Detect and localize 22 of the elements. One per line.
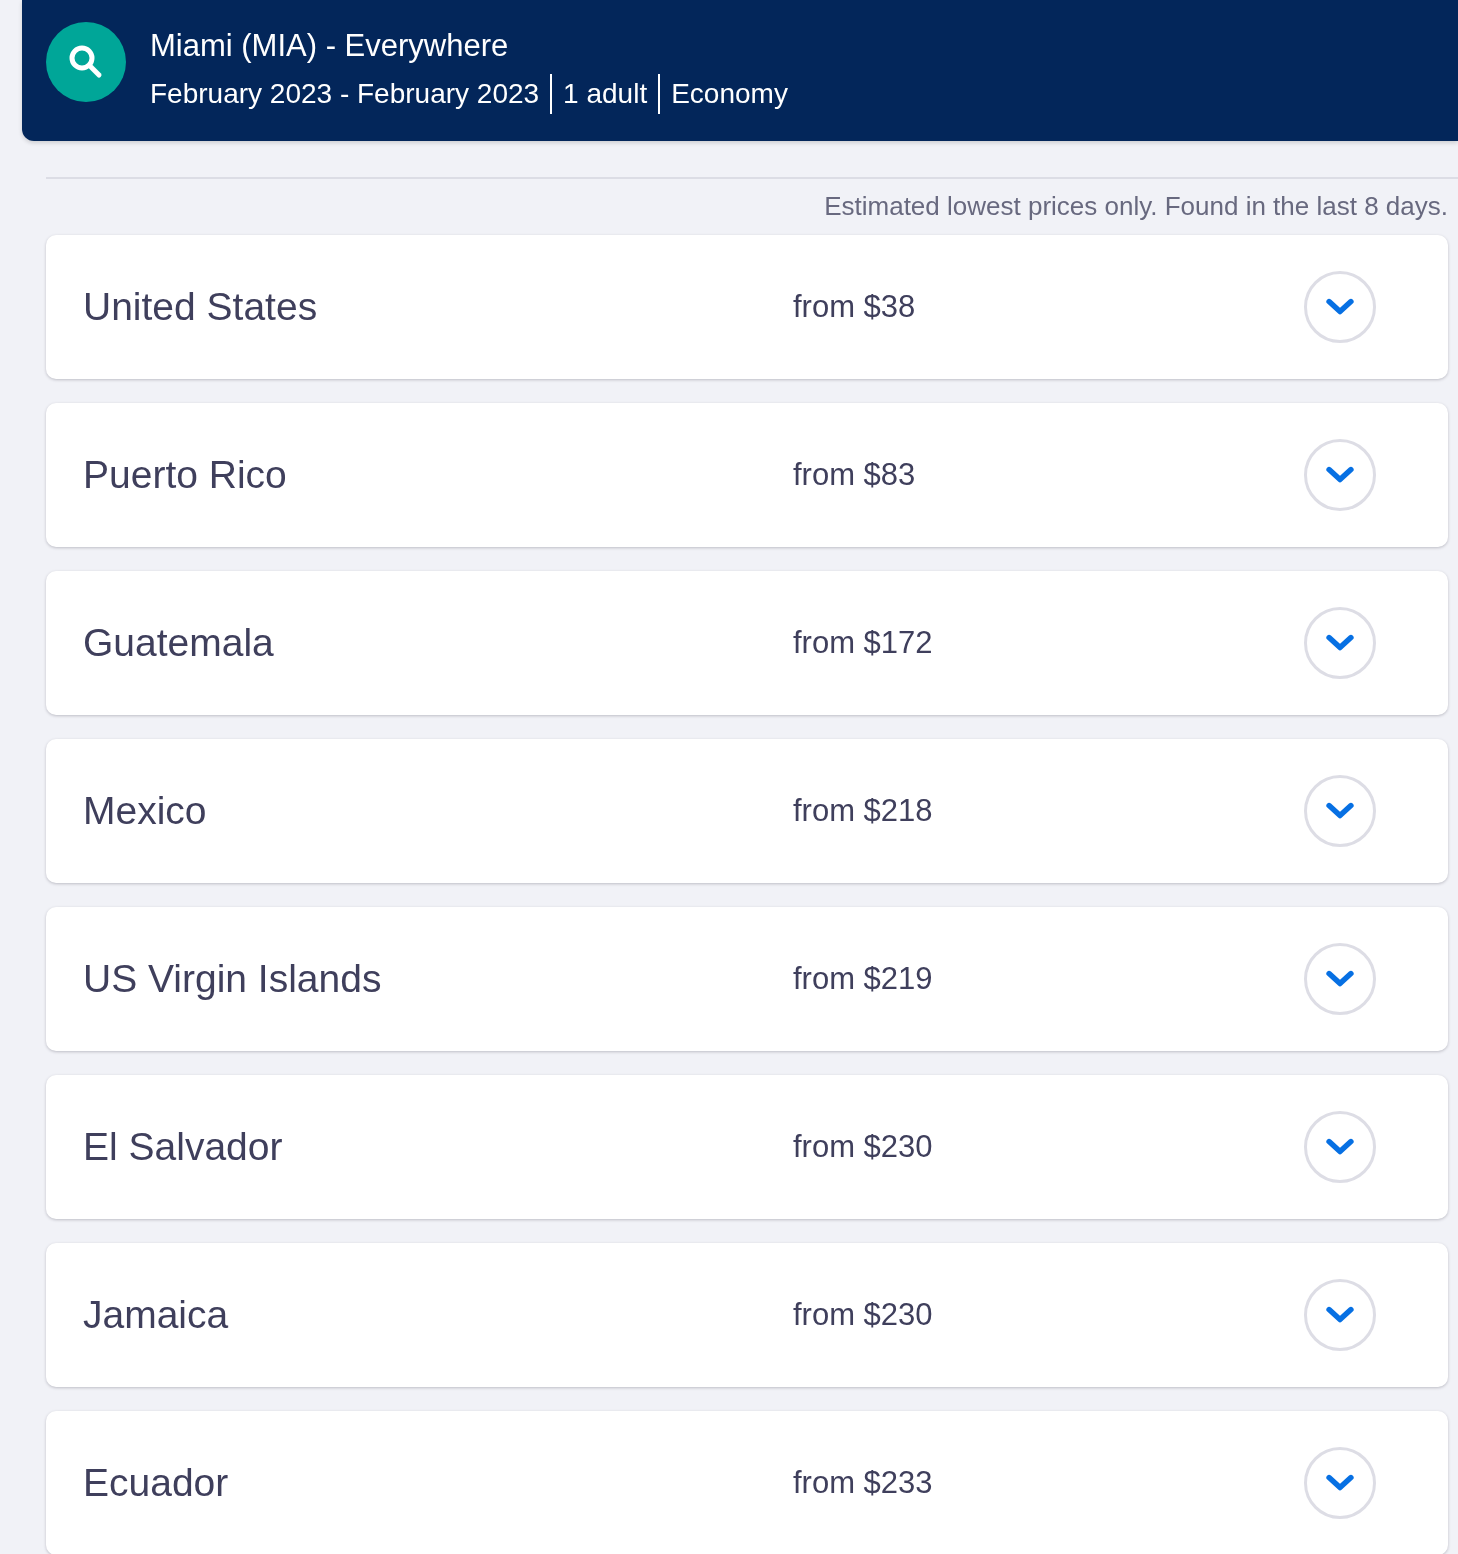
price-disclaimer: Estimated lowest prices only. Found in the last 8 days.: [824, 191, 1448, 221]
price-text: from $230: [793, 1129, 933, 1165]
search-icon: [69, 45, 103, 79]
country-name: Jamaica: [83, 1293, 229, 1337]
country-name: Mexico: [83, 789, 207, 833]
route-title: Miami (MIA) - Everywhere: [150, 27, 509, 65]
price-text: from $172: [793, 625, 933, 661]
price-text: from $219: [793, 961, 933, 997]
country-name: Guatemala: [83, 621, 274, 665]
trip-detail: Economy: [658, 74, 799, 114]
country-name: United States: [83, 285, 318, 329]
country-name: Ecuador: [83, 1461, 229, 1505]
country-name: Puerto Rico: [83, 453, 287, 497]
country-name: US Virgin Islands: [83, 957, 382, 1001]
price-text: from $38: [793, 289, 916, 325]
trip-detail: February 2023 - February 2023: [150, 77, 541, 111]
price-text: from $230: [793, 1297, 933, 1333]
price-text: from $218: [793, 793, 933, 829]
trip-detail: 1 adult: [550, 74, 659, 114]
price-text: from $233: [793, 1465, 933, 1501]
price-text: from $83: [793, 457, 916, 493]
country-name: El Salvador: [83, 1125, 283, 1169]
